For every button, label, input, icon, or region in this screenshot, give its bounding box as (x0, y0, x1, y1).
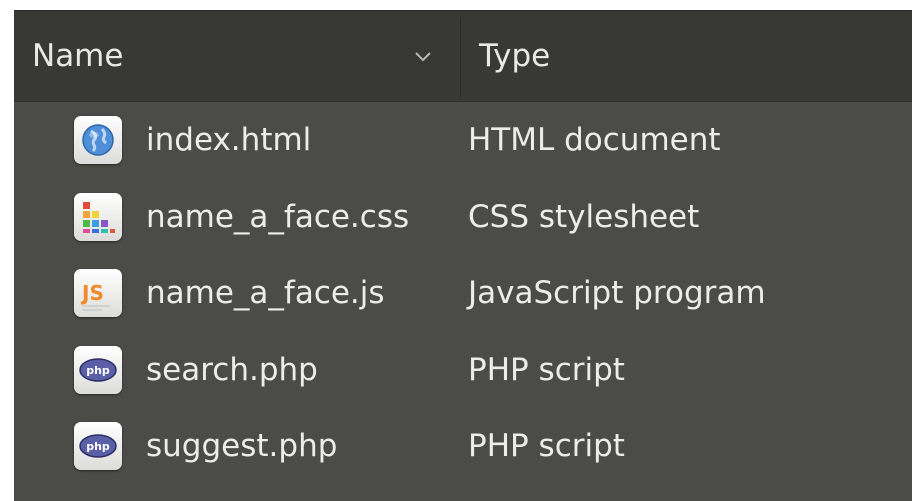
file-type: PHP script (468, 428, 625, 465)
column-header-name[interactable]: Name (32, 11, 458, 101)
file-type: HTML document (468, 122, 721, 159)
javascript-icon: JS (74, 269, 122, 318)
file-type: CSS stylesheet (468, 198, 700, 235)
file-row[interactable]: php search.php PHP script (14, 332, 912, 409)
chevron-down-icon[interactable] (414, 47, 432, 65)
file-row[interactable]: name_a_face.css CSS stylesheet (14, 179, 912, 256)
svg-text:php: php (86, 364, 110, 377)
css-stylesheet-icon (74, 192, 122, 241)
file-name: index.html (146, 122, 312, 159)
column-header-type[interactable]: Type (479, 11, 550, 101)
column-header-bar: Name Type (14, 10, 912, 102)
file-row[interactable]: index.html HTML document (14, 102, 912, 179)
file-row[interactable]: JS name_a_face.js JavaScript program (14, 255, 912, 332)
php-icon: php (74, 422, 122, 471)
column-header-name-label: Name (32, 38, 124, 74)
file-type: PHP script (468, 351, 625, 388)
svg-text:JS: JS (80, 281, 104, 305)
file-name: name_a_face.css (146, 198, 410, 235)
column-divider[interactable] (460, 17, 461, 97)
file-row[interactable]: php suggest.php PHP script (14, 408, 912, 485)
file-name: search.php (146, 351, 318, 388)
column-header-type-label: Type (479, 38, 551, 74)
file-rows: index.html HTML document name_a_face.css… (14, 102, 912, 485)
php-icon: php (74, 345, 122, 394)
html-globe-icon (74, 116, 122, 165)
file-type: JavaScript program (468, 275, 766, 312)
file-name: name_a_face.js (146, 275, 385, 312)
file-name: suggest.php (146, 428, 338, 465)
file-list-view: Name Type index.html HTML document name_… (14, 10, 912, 501)
svg-text:php: php (86, 440, 110, 453)
